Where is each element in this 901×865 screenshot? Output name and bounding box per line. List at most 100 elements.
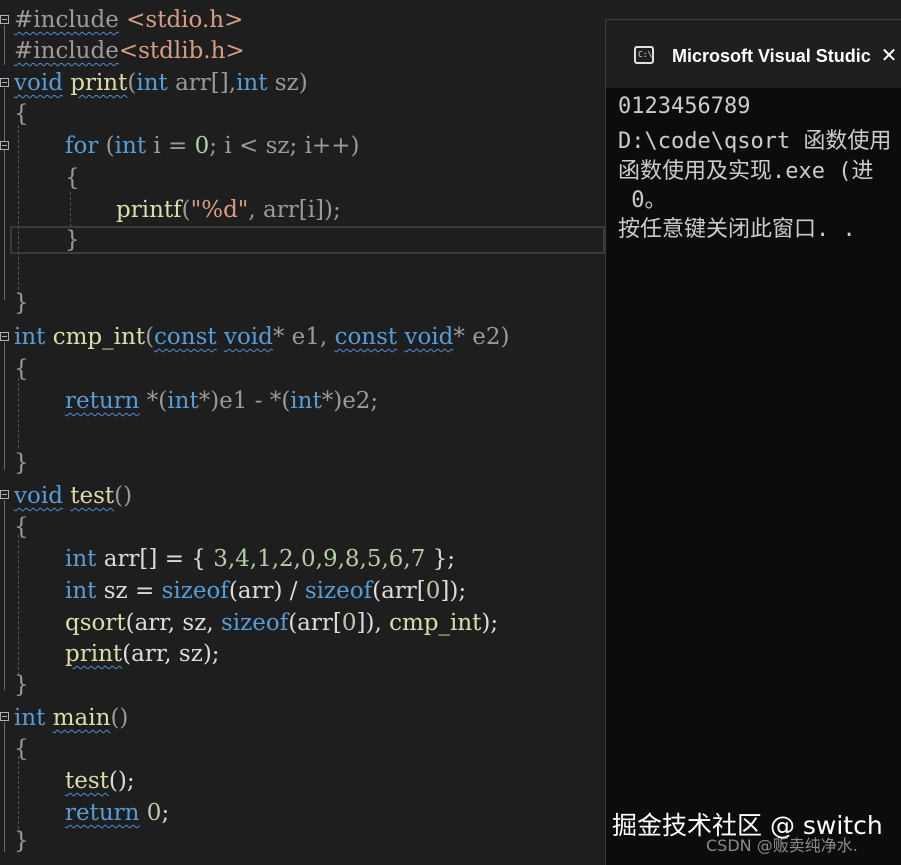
code-text: ]); (440, 578, 467, 604)
terminal-icon: C:\ (634, 46, 654, 64)
code-line-include-stdio: #include <stdio.h> (14, 5, 243, 35)
current-line-highlight (10, 226, 605, 254)
param: * e1, (272, 324, 335, 350)
keyword: return (65, 388, 140, 414)
code-line-brace: { (14, 736, 29, 762)
code-line-qsort: qsort(arr, sz, sizeof(arr[0]), cmp_int); (65, 608, 498, 638)
code-text: ; (161, 800, 170, 826)
keyword: sizeof (304, 578, 373, 604)
paren: ( (181, 197, 191, 223)
keyword: int (14, 324, 46, 350)
keyword: void (14, 483, 63, 509)
keyword: int (65, 578, 97, 604)
preprocessor-directive: #include (14, 7, 119, 33)
fold-line (4, 500, 5, 690)
code-text: ); (481, 610, 499, 636)
paren: ) (298, 70, 308, 96)
code-text: (arr) / (228, 578, 305, 604)
param: arr[], (167, 70, 237, 96)
debug-console-window[interactable]: C:\ Microsoft Visual Studic ✕ 0123456789… (605, 19, 901, 865)
console-output-line: 0123456789 (618, 94, 751, 119)
fold-line (4, 342, 5, 470)
code-text: *( (139, 388, 168, 414)
keyword: const (154, 324, 217, 350)
code-line-for: for (int i = 0; i < sz; i++) (65, 131, 359, 161)
indent-guide (18, 125, 19, 295)
code-text: (arr, sz, (125, 610, 221, 636)
keyword: return (65, 800, 140, 826)
function-name: print (70, 70, 128, 96)
number: 0 (425, 578, 441, 604)
fold-toggle-includes[interactable] (0, 15, 9, 24)
code-text: (arr, sz); (122, 641, 220, 667)
console-output-line: 函数使用及实现.exe (进 (618, 159, 874, 184)
code-line-test-call: test(); (65, 766, 135, 796)
paren: () (110, 705, 129, 731)
function-name: test (70, 483, 115, 509)
string-literal: "%d" (190, 197, 249, 223)
code-editor[interactable]: #include <stdio.h> #include<stdlib.h> vo… (0, 0, 605, 864)
fold-toggle-print[interactable] (0, 78, 9, 87)
keyword: int (236, 70, 268, 96)
code-text: i = (146, 133, 195, 159)
keyword: void (404, 324, 454, 350)
code-line-include-stdlib: #include<stdlib.h> (14, 36, 245, 66)
code-line-sz: int sz = sizeof(arr) / sizeof(arr[0]); (65, 576, 466, 606)
code-line-brace: } (65, 227, 80, 253)
fold-line (4, 88, 5, 300)
fold-toggle-for[interactable] (0, 141, 9, 150)
console-title-bar[interactable]: C:\ Microsoft Visual Studic ✕ (606, 20, 901, 88)
code-text: ]), (356, 610, 390, 636)
keyword: const (334, 324, 398, 350)
number-list: 3,4,1,2,0,9,8,5,6,7 (213, 546, 426, 572)
code-text: arr[] = { (96, 546, 214, 572)
code-line-brace: { (14, 356, 29, 382)
function-name: main (52, 705, 111, 731)
function-name: printf (116, 197, 182, 223)
code-line-brace: { (14, 514, 29, 540)
code-line-test-signature: void test() (14, 481, 132, 511)
keyword: sizeof (161, 578, 229, 604)
keyword: for (65, 133, 99, 159)
close-icon[interactable]: ✕ (876, 42, 901, 68)
code-text: *)e1 - *( (198, 388, 291, 414)
code-line-printf: printf("%d", arr[i]); (116, 195, 341, 225)
preprocessor-directive: #include (14, 38, 119, 64)
console-output-line: D:\code\qsort 函数使用 (618, 129, 892, 154)
paren: () (114, 483, 133, 509)
paren: ( (98, 133, 115, 159)
include-file: <stdio.h> (118, 7, 244, 33)
code-line-brace: } (14, 672, 29, 698)
number: 0 (194, 133, 210, 159)
indent-guide (18, 535, 19, 675)
paren: ( (127, 70, 137, 96)
console-output-line: 0。 (618, 188, 667, 213)
code-text: }; (425, 546, 456, 572)
console-output-line: 按任意键关闭此窗口. . (618, 217, 856, 242)
fold-toggle-main[interactable] (0, 712, 9, 721)
keyword: int (114, 133, 147, 159)
keyword: int (167, 388, 199, 414)
code-line-print-signature: void print(int arr[],int sz) (14, 68, 308, 98)
code-text: *)e2; (321, 388, 379, 414)
code-text: (arr[ (288, 610, 342, 636)
fold-toggle-test[interactable] (0, 490, 9, 499)
code-line-cmp-int-signature: int cmp_int(const void* e1, const void* … (14, 322, 509, 352)
code-text: , arr[i]); (248, 197, 341, 223)
code-text: (); (108, 768, 135, 794)
code-line-brace: { (14, 101, 29, 127)
fold-toggle-cmp-int[interactable] (0, 332, 9, 341)
keyword: sizeof (220, 610, 289, 636)
function-name: test (65, 768, 109, 794)
paren: ( (145, 324, 155, 350)
fold-line (4, 722, 5, 852)
code-line-brace: } (14, 290, 29, 316)
function-name: print (65, 641, 123, 667)
watermark-csdn: CSDN @贩卖纯净水. (706, 836, 858, 855)
code-text: sz = (96, 578, 162, 604)
code-line-brace: } (14, 450, 29, 476)
keyword: int (65, 546, 97, 572)
keyword: int (136, 70, 168, 96)
terminal-icon-text: C:\ (638, 50, 653, 59)
